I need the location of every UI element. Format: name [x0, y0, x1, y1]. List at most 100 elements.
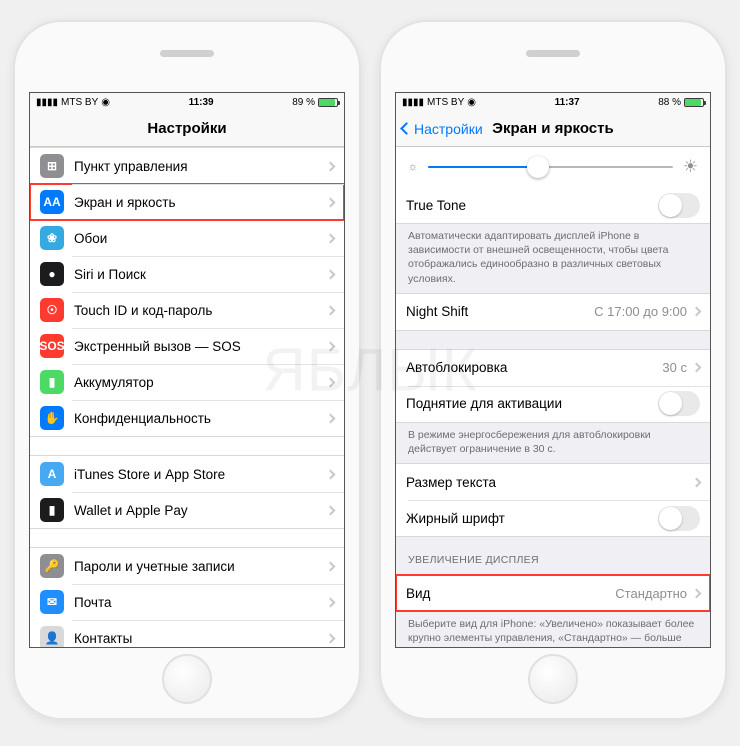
text-size-label: Размер текста [406, 475, 691, 490]
settings-mail[interactable]: ✉ Почта [30, 584, 344, 620]
back-label: Настройки [414, 121, 483, 137]
brightness-high-icon: ☀ [683, 157, 698, 177]
brightness-fill [428, 166, 538, 168]
night-shift-label: Night Shift [406, 304, 594, 319]
raise-to-wake-row[interactable]: Поднятие для активации [396, 386, 710, 422]
screen-left: ▮▮▮▮ MTS BY ◉ 11:39 89 % Настройки ⊞ Пунк… [29, 92, 345, 648]
settings-siri-search[interactable]: ●Siri и Поиск [30, 256, 344, 292]
raise-to-wake-toggle[interactable] [658, 391, 700, 416]
row-icon: ❀ [40, 226, 64, 250]
settings-itunes-appstore[interactable]: AiTunes Store и App Store [30, 456, 344, 492]
row-icon: AA [40, 190, 64, 214]
chevron-right-icon [692, 588, 702, 598]
row-icon: A [40, 462, 64, 486]
chevron-right-icon [692, 477, 702, 487]
settings-passwords-accounts[interactable]: 🔑Пароли и учетные записи [30, 548, 344, 584]
status-bar: ▮▮▮▮ MTS BY ◉ 11:37 88 % [396, 93, 710, 111]
battery-icon [684, 98, 704, 107]
signal-icon: ▮▮▮▮ [402, 97, 424, 108]
view-label: Вид [406, 586, 615, 601]
display-settings-list[interactable]: ☼ ☀ True Tone Автоматически адаптировать… [396, 147, 710, 647]
chevron-right-icon [326, 269, 336, 279]
night-shift-row[interactable]: Night Shift С 17:00 до 9:00 [396, 294, 710, 330]
auto-lock-label: Автоблокировка [406, 360, 662, 375]
row-label: Пункт управления [74, 159, 325, 174]
carrier-label: MTS BY [61, 97, 98, 108]
battery-pct: 88 % [658, 97, 681, 108]
bold-text-row[interactable]: Жирный шрифт [396, 500, 710, 536]
row-label: Экстренный вызов — SOS [74, 339, 325, 354]
settings-privacy[interactable]: ✋ Конфиденциальность [30, 400, 344, 436]
row-label: Обои [74, 231, 325, 246]
chevron-right-icon [692, 363, 702, 373]
view-note: Выберите вид для iPhone: «Увеличено» пок… [396, 612, 710, 647]
nav-bar: Настройки Экран и яркость [396, 111, 710, 147]
settings-list[interactable]: ⊞ Пункт управления AA Экран и яркость ❀ Обои ●… [30, 147, 344, 647]
row-label: Экран и яркость [74, 195, 325, 210]
status-time: 11:39 [189, 97, 214, 108]
chevron-right-icon [326, 197, 336, 207]
row-icon: ▮ [40, 370, 64, 394]
true-tone-note: Автоматически адаптировать дисплей iPhon… [396, 224, 710, 293]
screen-right: ▮▮▮▮ MTS BY ◉ 11:37 88 % Настройки Экран… [395, 92, 711, 648]
row-icon: SOS [40, 334, 64, 358]
chevron-right-icon [692, 307, 702, 317]
raise-to-wake-label: Поднятие для активации [406, 396, 658, 411]
status-bar: ▮▮▮▮ MTS BY ◉ 11:39 89 % [30, 93, 344, 111]
display-zoom-header: УВЕЛИЧЕНИЕ ДИСПЛЕЯ [396, 537, 710, 574]
brightness-slider[interactable] [428, 166, 673, 168]
lowpower-note: В режиме энергосбережения для автоблокир… [396, 423, 710, 463]
back-button[interactable]: Настройки [402, 111, 483, 146]
settings-wallpaper[interactable]: ❀ Обои [30, 220, 344, 256]
brightness-slider-row[interactable]: ☼ ☀ [396, 147, 710, 187]
chevron-right-icon [326, 413, 336, 423]
row-label: iTunes Store и App Store [74, 467, 325, 482]
page-title: Настройки [147, 120, 226, 137]
signal-icon: ▮▮▮▮ [36, 97, 58, 108]
row-label: Почта [74, 595, 325, 610]
settings-control-center[interactable]: ⊞ Пункт управления [30, 148, 344, 184]
row-icon: 👤 [40, 626, 64, 647]
settings-touchid-passcode[interactable]: ☉ Touch ID и код-пароль [30, 292, 344, 328]
row-icon: ● [40, 262, 64, 286]
row-icon: ✉ [40, 590, 64, 614]
chevron-right-icon [326, 341, 336, 351]
chevron-right-icon [326, 561, 336, 571]
page-title: Экран и яркость [492, 120, 613, 137]
status-time: 11:37 [555, 97, 580, 108]
iphone-frame-right: ▮▮▮▮ MTS BY ◉ 11:37 88 % Настройки Экран… [379, 20, 727, 720]
row-label: Конфиденциальность [74, 411, 325, 426]
settings-battery[interactable]: ▮Аккумулятор [30, 364, 344, 400]
row-icon: ▮ [40, 498, 64, 522]
text-size-row[interactable]: Размер текста [396, 464, 710, 500]
chevron-right-icon [326, 377, 336, 387]
nav-bar: Настройки [30, 111, 344, 147]
settings-wallet-applepay[interactable]: ▮ Wallet и Apple Pay [30, 492, 344, 528]
brightness-knob[interactable] [527, 156, 549, 178]
true-tone-row[interactable]: True Tone [396, 187, 710, 223]
auto-lock-row[interactable]: Автоблокировка 30 с [396, 350, 710, 386]
chevron-right-icon [326, 469, 336, 479]
row-icon: ⊞ [40, 154, 64, 178]
settings-display-brightness[interactable]: AA Экран и яркость [30, 184, 344, 220]
carrier-label: MTS BY [427, 97, 464, 108]
brightness-low-icon: ☼ [408, 161, 418, 173]
row-label: Touch ID и код-пароль [74, 303, 325, 318]
row-icon: 🔑 [40, 554, 64, 578]
chevron-right-icon [326, 161, 336, 171]
battery-pct: 89 % [292, 97, 315, 108]
display-zoom-view-row[interactable]: Вид Стандартно [396, 575, 710, 611]
row-label: Wallet и Apple Pay [74, 503, 325, 518]
true-tone-toggle[interactable] [658, 193, 700, 218]
row-icon: ☉ [40, 298, 64, 322]
chevron-right-icon [326, 505, 336, 515]
chevron-left-icon [400, 122, 413, 135]
row-icon: ✋ [40, 406, 64, 430]
settings-contacts[interactable]: 👤Контакты [30, 620, 344, 647]
true-tone-label: True Tone [406, 198, 658, 213]
settings-emergency-sos[interactable]: SOS Экстренный вызов — SOS [30, 328, 344, 364]
auto-lock-detail: 30 с [662, 360, 687, 375]
wifi-icon: ◉ [467, 97, 476, 108]
bold-text-toggle[interactable] [658, 506, 700, 531]
chevron-right-icon [326, 233, 336, 243]
